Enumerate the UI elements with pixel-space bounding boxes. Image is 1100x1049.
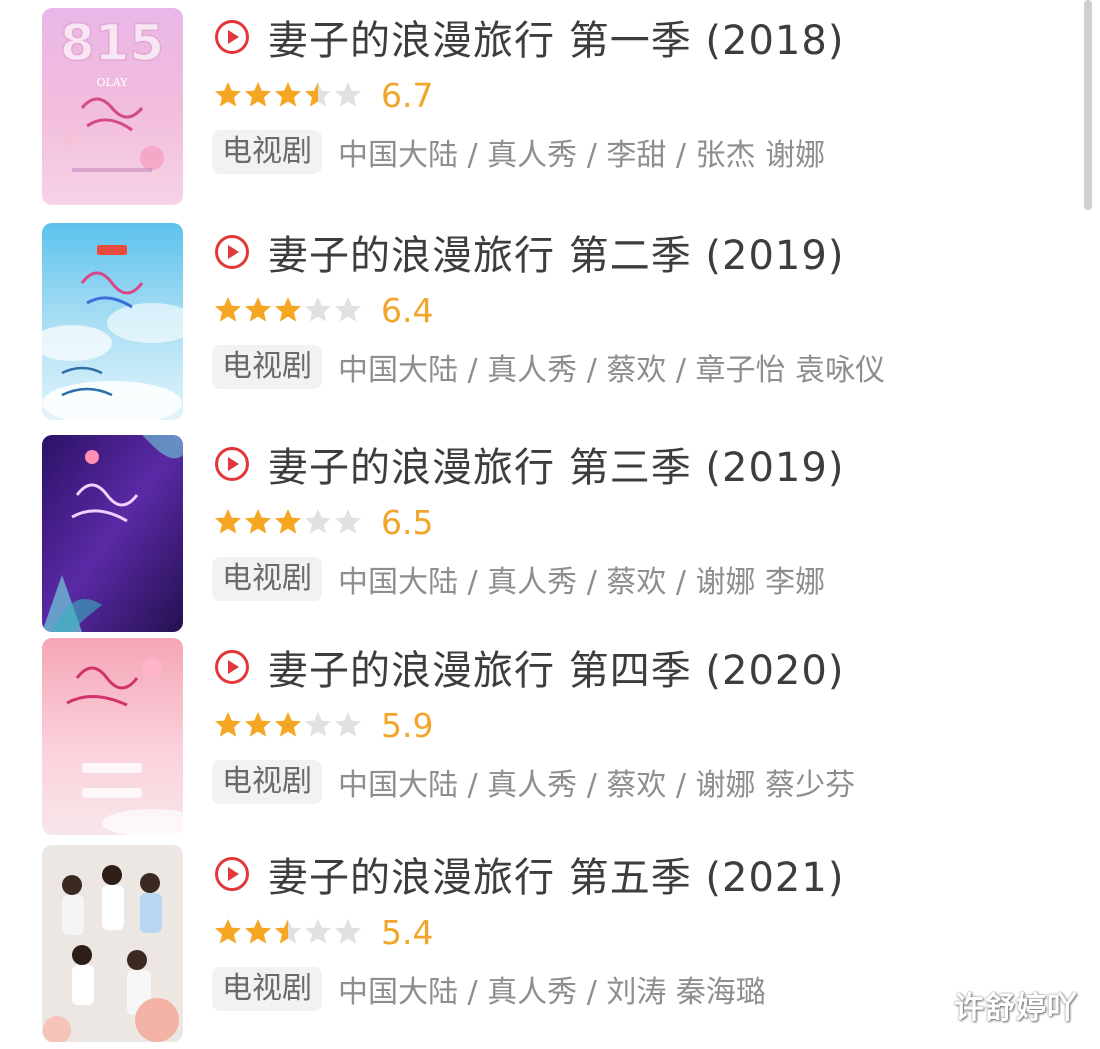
meta-info: 中国大陆 / 真人秀 / 蔡欢 / 谢娜 蔡少芬 [338,768,856,803]
star-icon [335,712,361,737]
star-icon [245,509,271,534]
title-row[interactable]: 妻子的浪漫旅行 第二季 (2019) [214,225,844,279]
play-circle-icon[interactable] [214,649,250,685]
star-icon [335,509,361,534]
star-icon [305,297,331,322]
star-icon [335,82,361,107]
meta-row: 电视剧 中国大陆 / 真人秀 / 蔡欢 / 谢娜 李娜 [212,557,825,601]
meta-row: 电视剧 中国大陆 / 真人秀 / 蔡欢 / 谢娜 蔡少芬 [212,760,855,804]
poster-thumbnail[interactable]: 815 OLAY [42,8,183,205]
poster-thumbnail[interactable] [42,638,183,835]
item-title[interactable]: 妻子的浪漫旅行 第二季 (2019) [268,223,844,281]
star-icon [215,509,241,534]
title-row[interactable]: 妻子的浪漫旅行 第五季 (2021) [214,847,844,901]
rating-score: 5.9 [381,705,434,745]
star-icon [335,919,361,944]
list-item[interactable]: 妻子的浪漫旅行 第五季 (2021) 5.4 电视剧 中国大陆 / 真人秀 / … [0,837,1080,1042]
item-title[interactable]: 妻子的浪漫旅行 第五季 (2021) [268,845,844,903]
star-icon [245,82,271,107]
rating-row: 6.7 [213,72,433,118]
list-item[interactable]: 妻子的浪漫旅行 第二季 (2019) 6.4 电视剧 中国大陆 / 真人秀 / … [0,215,1080,420]
star-icon [245,919,271,944]
star-icon [275,82,301,107]
star-icon [215,712,241,737]
rating-row: 5.4 [213,909,433,955]
meta-info: 中国大陆 / 真人秀 / 蔡欢 / 章子怡 袁咏仪 [338,353,886,388]
item-title[interactable]: 妻子的浪漫旅行 第四季 (2020) [268,638,844,696]
title-row[interactable]: 妻子的浪漫旅行 第三季 (2019) [214,437,844,491]
poster-thumbnail[interactable] [42,223,183,420]
star-icon [305,82,331,107]
poster-thumbnail[interactable] [42,435,183,632]
rating-score: 6.5 [381,502,434,542]
item-title[interactable]: 妻子的浪漫旅行 第三季 (2019) [268,435,844,493]
svg-text:OLAY: OLAY [96,76,128,89]
rating-row: 6.4 [213,287,433,333]
star-icon [215,297,241,322]
star-rating [213,917,363,947]
star-rating [213,507,363,537]
list-item[interactable]: 妻子的浪漫旅行 第三季 (2019) 6.5 电视剧 中国大陆 / 真人秀 / … [0,427,1080,632]
star-rating [213,295,363,325]
watermark: 许舒婷吖 [954,991,1078,1026]
play-circle-icon[interactable] [214,234,250,270]
rating-row: 5.9 [213,702,433,748]
category-tag: 电视剧 [212,130,322,174]
play-circle-icon[interactable] [214,856,250,892]
star-icon [245,712,271,737]
title-row[interactable]: 妻子的浪漫旅行 第一季 (2018) [214,10,844,64]
star-icon [335,297,361,322]
rating-score: 6.4 [381,290,434,330]
svg-text:815: 815 [60,14,164,72]
item-title[interactable]: 妻子的浪漫旅行 第一季 (2018) [268,8,844,66]
play-circle-icon[interactable] [214,446,250,482]
rating-row: 6.5 [213,499,433,545]
star-icon [275,297,301,322]
meta-info: 中国大陆 / 真人秀 / 李甜 / 张杰 谢娜 [338,138,826,173]
list-item[interactable]: 妻子的浪漫旅行 第四季 (2020) 5.9 电视剧 中国大陆 / 真人秀 / … [0,630,1080,835]
meta-row: 电视剧 中国大陆 / 真人秀 / 刘涛 秦海璐 [212,967,766,1011]
star-icon [275,712,301,737]
star-icon [305,509,331,534]
list-item[interactable]: 815 OLAY 妻子的浪漫旅行 第一季 (2018) 6.7 电视剧 中国大陆… [0,0,1080,205]
star-icon [215,82,241,107]
title-row[interactable]: 妻子的浪漫旅行 第四季 (2020) [214,640,844,694]
star-icon [275,509,301,534]
category-tag: 电视剧 [212,967,322,1011]
category-tag: 电视剧 [212,345,322,389]
rating-score: 6.7 [381,75,434,115]
poster-thumbnail[interactable] [42,845,183,1042]
meta-info: 中国大陆 / 真人秀 / 蔡欢 / 谢娜 李娜 [338,565,826,600]
star-icon [275,919,301,944]
star-icon [305,712,331,737]
category-tag: 电视剧 [212,760,322,804]
play-circle-icon[interactable] [214,19,250,55]
meta-row: 电视剧 中国大陆 / 真人秀 / 蔡欢 / 章子怡 袁咏仪 [212,345,885,389]
star-icon [215,919,241,944]
star-icon [305,919,331,944]
star-rating [213,80,363,110]
star-icon [245,297,271,322]
meta-row: 电视剧 中国大陆 / 真人秀 / 李甜 / 张杰 谢娜 [212,130,825,174]
meta-info: 中国大陆 / 真人秀 / 刘涛 秦海璐 [338,975,766,1010]
star-rating [213,710,363,740]
rating-score: 5.4 [381,912,434,952]
category-tag: 电视剧 [212,557,322,601]
scrollbar[interactable] [1084,0,1092,210]
